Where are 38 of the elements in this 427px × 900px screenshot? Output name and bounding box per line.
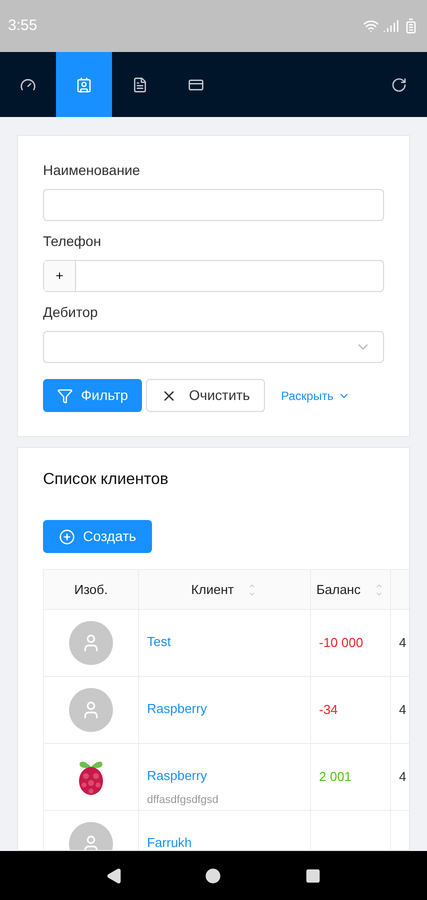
home-button[interactable] (205, 868, 222, 884)
phone-field[interactable]: + (43, 260, 384, 292)
plus-circle-icon (59, 528, 75, 544)
avatar-icon (69, 621, 113, 665)
expand-link[interactable]: Раскрыть (280, 386, 350, 404)
refresh-icon (391, 76, 407, 92)
document-icon (132, 76, 148, 92)
balance-value: 2 001 (319, 769, 352, 784)
back-button[interactable] (106, 868, 122, 884)
balance-value: -10 000 (319, 635, 364, 650)
card-title: Список клиентов (43, 470, 170, 490)
table-cell: 4 (399, 635, 406, 650)
field-label: Дебитор (43, 303, 99, 322)
client-link[interactable]: Raspberry (147, 766, 302, 786)
contact-card-icon (76, 76, 92, 92)
column-header[interactable]: Клиент (138, 570, 310, 610)
balance-value: -34 (319, 702, 338, 718)
column-header: Изоб. (44, 570, 138, 610)
avatar-icon (69, 688, 113, 732)
filter-button[interactable]: Фильтр (43, 379, 142, 412)
create-button[interactable]: Создать (43, 520, 152, 553)
signal-icon (383, 18, 399, 34)
wifi-icon (363, 18, 379, 34)
field-label: Телефон (43, 232, 102, 251)
clear-button[interactable]: Очистить (146, 379, 265, 412)
input-field[interactable] (43, 189, 384, 221)
phone-prefix: + (44, 261, 76, 291)
select-field[interactable] (43, 331, 384, 363)
field-label: Наименование (43, 161, 142, 180)
status-time: 3:55 (8, 16, 38, 36)
card-icon (188, 76, 204, 92)
filter-icon (57, 388, 73, 404)
column-header[interactable]: Баланс (310, 570, 390, 610)
gauge-icon (20, 76, 36, 92)
table-cell: 4 (399, 769, 406, 784)
recents-button[interactable] (305, 868, 322, 884)
client-note: dffasdfgsdfgsd (147, 792, 220, 808)
table-cell: 4 (399, 702, 406, 718)
